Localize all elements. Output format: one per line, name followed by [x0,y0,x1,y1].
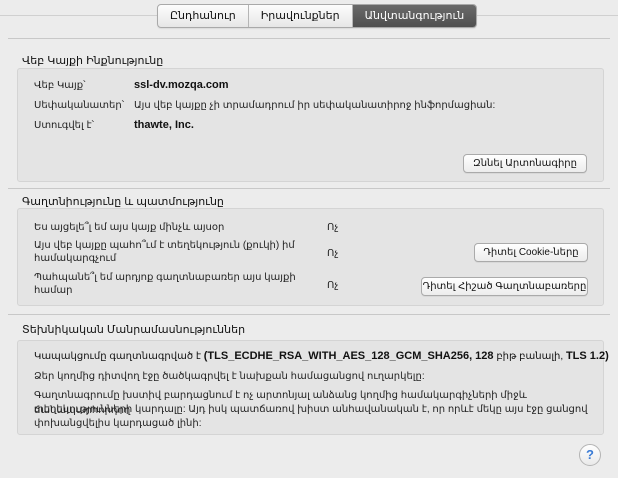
technical-details-box: Կապակցումը գաղտնագրված է (TLS_ECDHE_RSA_… [17,340,609,435]
owner-value: Այս վեբ կայքը չի տրամադրում իր սեփականատ… [134,100,496,111]
encryption-explanation-line3: փոխանցվելիս կարդացած լինի: [34,418,202,429]
middle-divider-2 [8,314,610,315]
connection-encrypted-line: Կապակցումը գաղտնագրված է (TLS_ECDHE_RSA_… [34,350,609,362]
tab-permissions[interactable]: Իրավունքներ [249,5,353,27]
passwords-answer: Ոչ [327,280,339,291]
cookies-answer: Ոչ [327,248,339,259]
verified-label: Ստուգվել է՝ [34,120,95,131]
view-saved-passwords-button[interactable]: Դիտել Հիշած Գաղտնաբառերը [421,277,588,296]
passwords-question-line2: համար [34,285,73,296]
connection-keys: բանալի, [519,351,564,362]
encryption-note: Ձեր կողմից դիտվող էջը ծածկագրվել է նախքա… [34,371,425,382]
encryption-explanation-line2: տեղեկությունների կարդալը: Այդ իսկ պատճառ… [34,404,588,415]
tab-security[interactable]: Անվտանգություն [352,5,477,27]
connection-cipher: (TLS_ECDHE_RSA_WITH_AES_128_GCM_SHA256, … [203,350,494,362]
website-value: ssl-dv.mozqa.com [134,79,229,91]
website-label: Վեբ Կայք՝ [34,80,86,91]
view-certificate-button[interactable]: Զննել Արտոնագիրը [463,154,587,173]
passwords-question-line1: Պահպանե՞լ եմ արդյոք գաղտնաբառեր այս կայք… [34,272,296,283]
connection-prefix: Կապակցումը գաղտնագրված է [34,351,201,362]
help-button[interactable]: ? [579,444,601,466]
middle-divider-1 [8,188,610,189]
owner-label: Սեփականատեր՝ [34,100,125,111]
connection-tls: TLS 1.2) [565,350,609,362]
top-divider [8,38,610,39]
verified-value: thawte, Inc. [134,119,194,131]
visited-before-answer: Ոչ [327,222,339,233]
view-cookies-button[interactable]: Դիտել Cookie-ները [474,243,588,262]
connection-bit: բիթ [496,351,517,362]
cookies-question-line1: Այս վեբ կայքը պահո՞ւմ է տեղեկություն (քո… [34,240,295,251]
tab-bar: Ընդհանուր Իրավունքներ Անվտանգություն [157,4,478,28]
visited-before-question: Ես այցելե՞լ եմ այս կայք մինչև այսօր [34,222,225,233]
tab-general[interactable]: Ընդհանուր [158,5,249,27]
privacy-history-title: Գաղտնիությունը և պատմությունը [22,196,224,208]
website-identity-box: Վեբ Կայք՝ ssl-dv.mozqa.com Սեփականատեր՝ … [17,68,604,182]
website-identity-title: Վեբ Կայքի Ինքնությունը [22,55,164,67]
cookies-question-line2: համակարգչում [34,253,117,264]
technical-details-title: Տեխնիկական Մանրամասնություններ [22,324,246,336]
privacy-history-box: Ես այցելե՞լ եմ այս կայք մինչև այսօր Ոչ Ա… [17,208,604,306]
